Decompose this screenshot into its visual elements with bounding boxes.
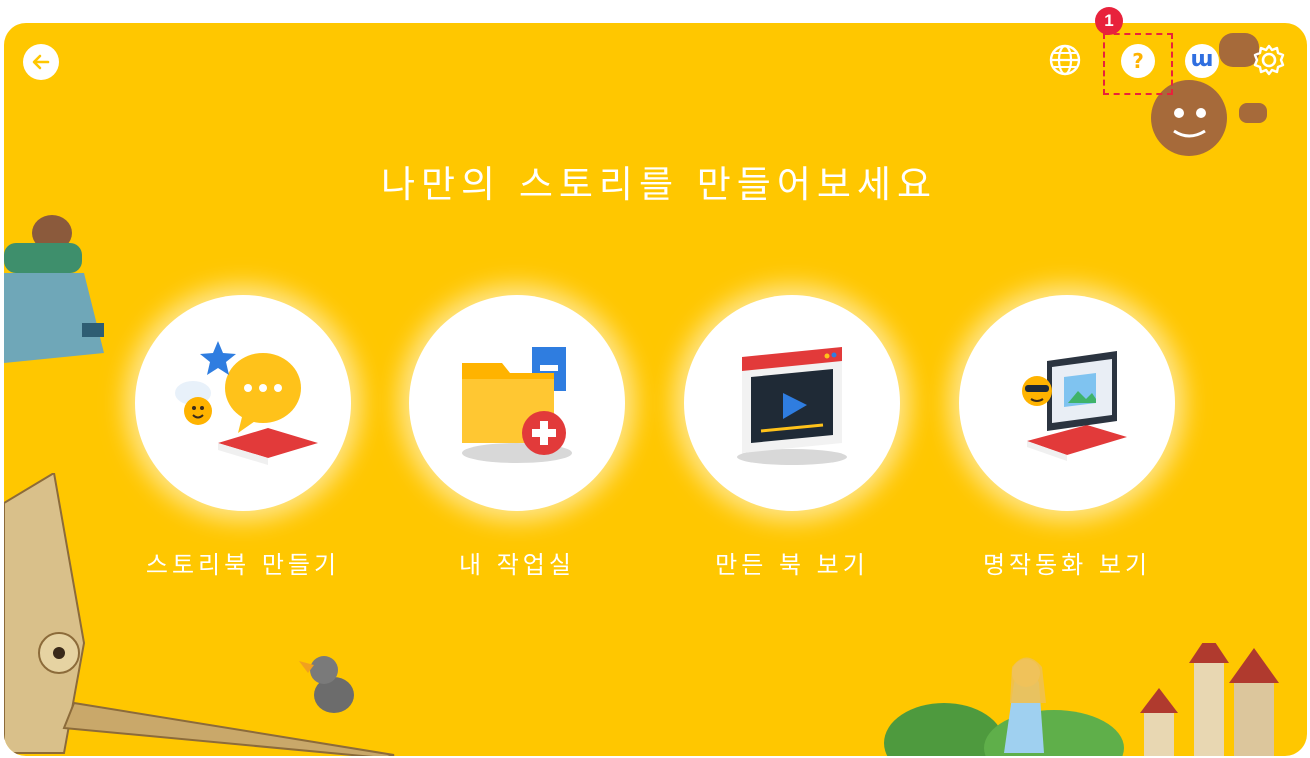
menu-label: 스토리북 만들기 xyxy=(145,551,341,579)
menu-label: 만든 북 보기 xyxy=(715,551,869,579)
video-player-icon xyxy=(737,347,847,465)
menu-item-create-storybook[interactable]: 스토리북 만들기 xyxy=(133,295,353,580)
help-highlight-box xyxy=(1103,33,1173,95)
my-workroom-folder-icon xyxy=(462,347,572,463)
storybook-create-icon xyxy=(175,341,318,465)
step-marker-badge: 1 xyxy=(1095,7,1123,35)
boy-character-illustration xyxy=(4,215,104,363)
w-logo-icon: ɯ xyxy=(1190,46,1214,72)
menu-label: 내 작업실 xyxy=(459,551,575,579)
monitor-gallery-icon xyxy=(1022,351,1127,461)
settings-button[interactable] xyxy=(1252,43,1286,77)
arrow-left-icon xyxy=(32,54,50,70)
language-button[interactable] xyxy=(1048,43,1082,77)
menu-item-view-classic-tales[interactable]: 명작동화 보기 xyxy=(957,295,1177,580)
menu-item-view-created-books[interactable]: 만든 북 보기 xyxy=(682,295,902,580)
app-frame: ? ɯ 나만의 스토리를 만들어보세요 스토리북 만들기 내 작업실 만든 북 … xyxy=(4,23,1307,756)
menu-item-my-workroom[interactable]: 내 작업실 xyxy=(407,295,627,580)
gear-icon xyxy=(1253,44,1285,76)
menu-circle xyxy=(135,295,351,511)
w-brand-button[interactable]: ɯ xyxy=(1185,44,1219,78)
alice-castle-illustration xyxy=(884,643,1279,756)
menu-label: 명작동화 보기 xyxy=(982,551,1152,579)
menu-circle xyxy=(684,295,900,511)
menu-circle xyxy=(409,295,625,511)
back-button[interactable] xyxy=(23,44,59,80)
menu-circle xyxy=(959,295,1175,511)
page-title: 나만의 스토리를 만들어보세요 xyxy=(380,163,938,206)
globe-icon xyxy=(1049,44,1081,76)
